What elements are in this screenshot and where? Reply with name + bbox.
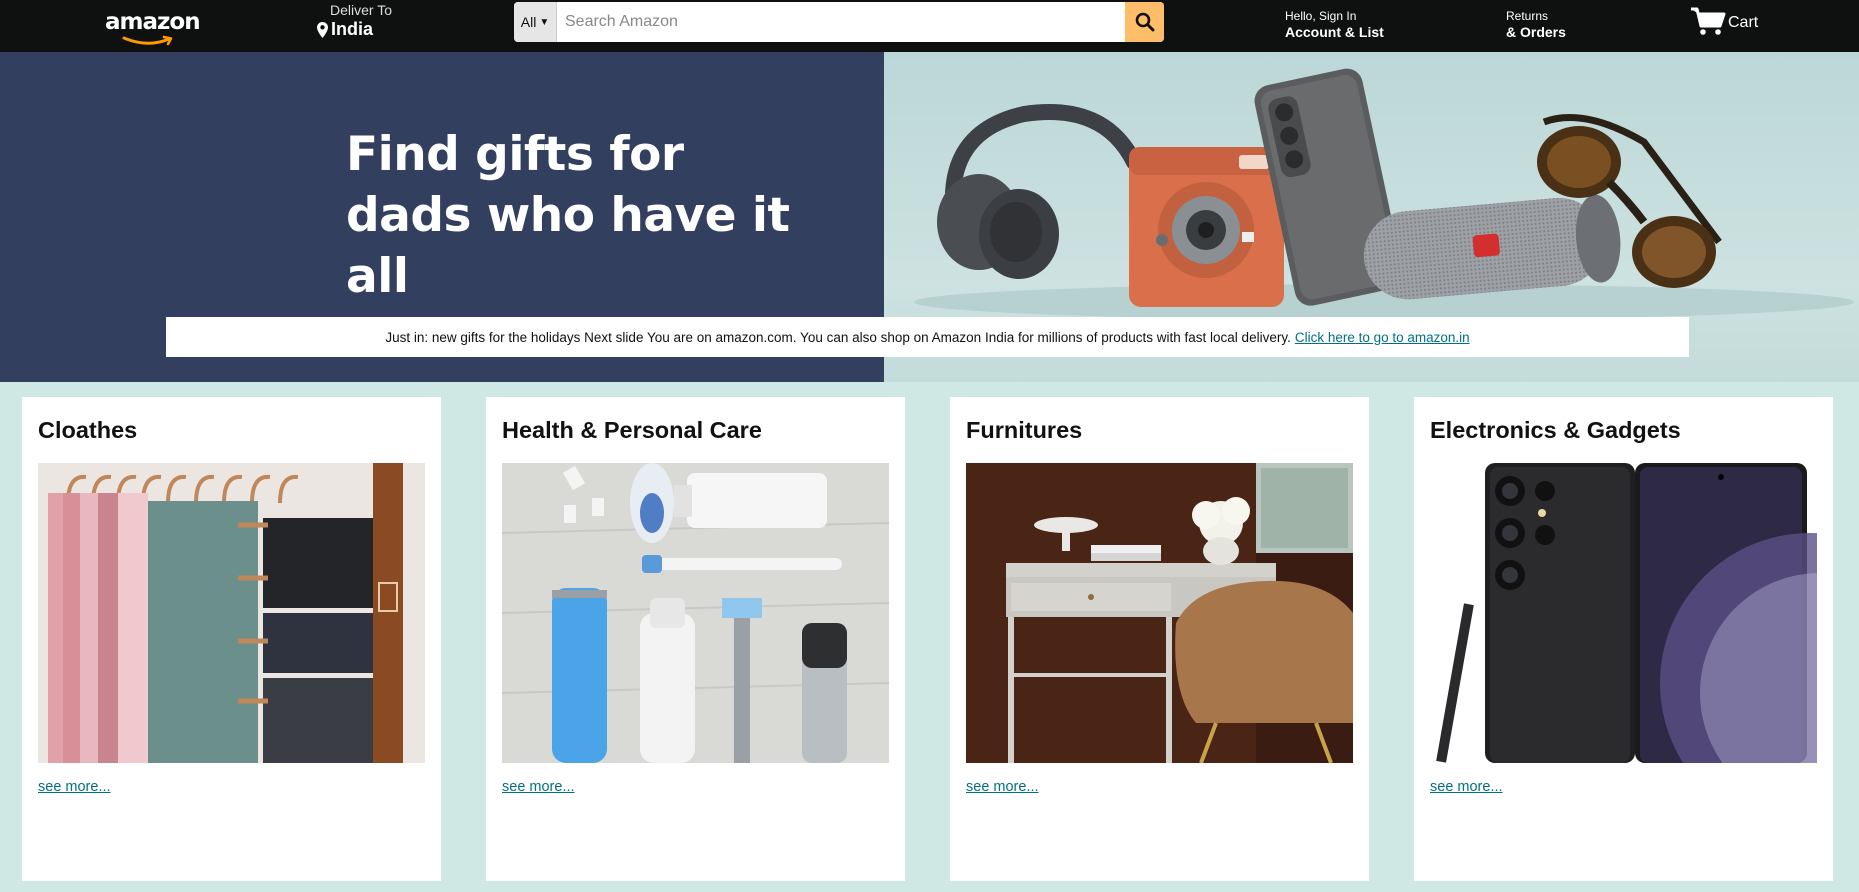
furniture-image bbox=[966, 463, 1353, 763]
returns-label: Returns bbox=[1506, 9, 1549, 23]
amazon-logo[interactable]: amazon bbox=[105, 6, 201, 46]
account-menu[interactable]: Hello, Sign In Account & List bbox=[1285, 8, 1384, 40]
hero-headline-line2: dads who have it all bbox=[346, 188, 790, 304]
electronics-image bbox=[1430, 463, 1817, 763]
amazon-smile-icon bbox=[122, 35, 173, 46]
cart-button[interactable]: Cart bbox=[1690, 6, 1758, 36]
category-card-furnitures[interactable]: Furnitures see more... bbox=[950, 397, 1369, 881]
card-title: Cloathes bbox=[38, 417, 138, 443]
location-pin-icon bbox=[317, 21, 328, 38]
see-more-link[interactable]: see more... bbox=[1430, 779, 1503, 795]
search-input[interactable] bbox=[557, 2, 1125, 42]
account-greeting: Hello, Sign In bbox=[1285, 9, 1357, 23]
see-more-link[interactable]: see more... bbox=[966, 779, 1039, 795]
deliver-location: India bbox=[317, 19, 392, 40]
amazon-in-notice: Just in: new gifts for the holidays Next… bbox=[166, 317, 1689, 357]
search-bar: All ▼ bbox=[514, 2, 1164, 42]
navbar: amazon Deliver To India All ▼ Search Ama… bbox=[0, 0, 1859, 52]
card-title: Health & Personal Care bbox=[502, 417, 762, 443]
category-card-cloathes[interactable]: Cloathes see more... bbox=[22, 397, 441, 881]
clothes-image bbox=[38, 463, 425, 763]
cart-icon bbox=[1691, 7, 1726, 35]
logo-text: amazon bbox=[105, 9, 201, 35]
amazon-in-link[interactable]: Click here to go to amazon.in bbox=[1295, 330, 1470, 345]
search-category-select[interactable]: All ▼ bbox=[514, 2, 557, 42]
category-card-electronics-gadgets[interactable]: Electronics & Gadgets see more... bbox=[1414, 397, 1833, 881]
chevron-down-icon: ▼ bbox=[539, 16, 550, 28]
account-label: Account & List bbox=[1285, 24, 1384, 40]
search-button[interactable] bbox=[1125, 2, 1164, 42]
search-icon bbox=[1135, 12, 1154, 32]
card-title: Furnitures bbox=[966, 417, 1083, 443]
notice-text: Just in: new gifts for the holidays Next… bbox=[385, 329, 1291, 345]
hero-banner[interactable]: Find gifts for dads who have it all Just… bbox=[0, 52, 1859, 382]
see-more-link[interactable]: see more... bbox=[38, 779, 111, 795]
see-more-link[interactable]: see more... bbox=[502, 779, 575, 795]
orders-label: & Orders bbox=[1506, 24, 1566, 40]
health-care-image bbox=[502, 463, 889, 763]
hero-headline-line1: Find gifts for bbox=[346, 127, 684, 182]
card-title: Electronics & Gadgets bbox=[1430, 417, 1681, 443]
returns-orders[interactable]: Returns & Orders bbox=[1506, 8, 1566, 40]
search-category-value: All bbox=[520, 14, 537, 30]
deliver-label: Deliver To bbox=[330, 2, 392, 18]
deliver-to[interactable]: Deliver To India bbox=[317, 2, 392, 40]
category-card-health-personal-care[interactable]: Health & Personal Care see more... bbox=[486, 397, 905, 881]
hero-headline: Find gifts for dads who have it all bbox=[346, 124, 866, 307]
cart-label: Cart bbox=[1728, 14, 1759, 31]
deliver-location-text: India bbox=[331, 19, 374, 39]
